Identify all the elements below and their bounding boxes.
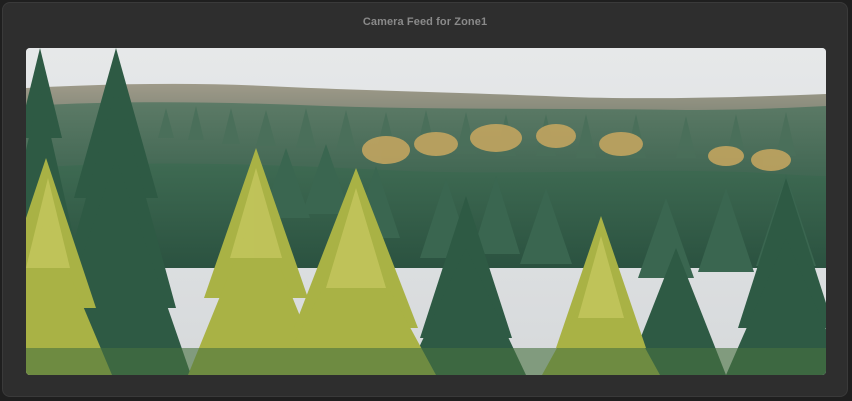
- camera-feed-panel: Camera Feed for Zone1: [2, 2, 848, 397]
- forest-landscape-image: [26, 48, 826, 375]
- camera-feed-view[interactable]: [26, 48, 826, 375]
- panel-title: Camera Feed for Zone1: [362, 16, 488, 28]
